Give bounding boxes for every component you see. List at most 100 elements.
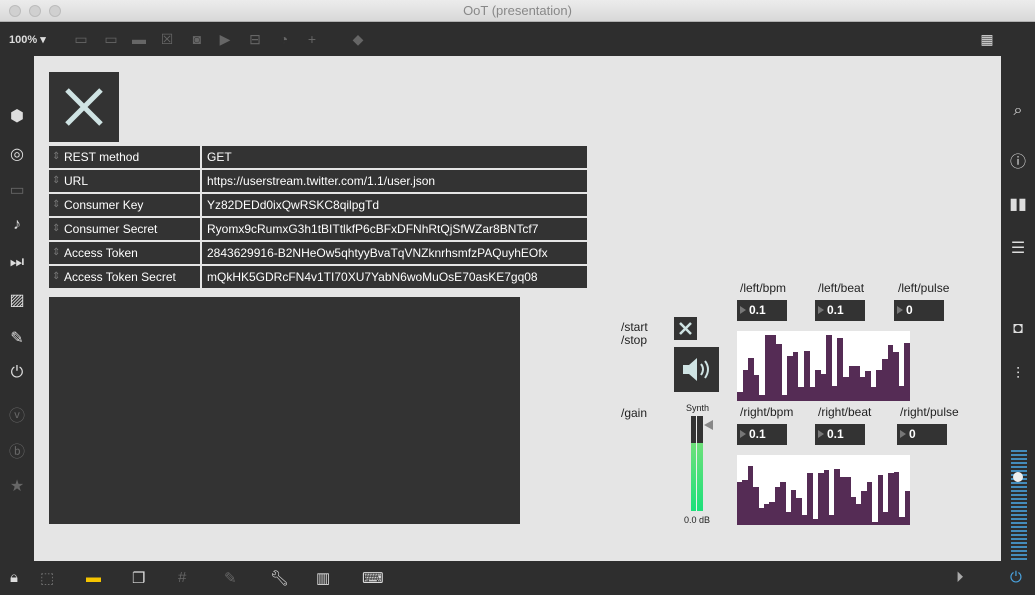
camera-icon[interactable]: ◘	[1001, 320, 1035, 338]
left-multislider[interactable]	[737, 331, 910, 401]
message-icon[interactable]: ▭	[102, 30, 120, 48]
paperclip-icon[interactable]: ✎	[0, 328, 34, 348]
gain-handle-icon[interactable]	[704, 420, 713, 430]
slider-icon[interactable]: ⊟	[246, 30, 264, 48]
multislider-bar	[904, 491, 910, 525]
close-x-icon	[65, 88, 103, 126]
search-icon[interactable]: ⌕	[1001, 102, 1035, 120]
package-icon[interactable]: ⬢	[0, 106, 34, 126]
patcher-canvas: REST methodGET URLhttps://userstream.twi…	[34, 56, 1001, 561]
debug-icon[interactable]: ✎	[224, 569, 237, 587]
wrench-icon[interactable]: 🔧︎	[270, 569, 289, 587]
power-icon[interactable]: ⏻	[1010, 569, 1022, 586]
presentation-mode-icon[interactable]: ▬	[86, 569, 101, 586]
param-row-rest-method[interactable]: REST methodGET	[49, 146, 587, 168]
list-icon[interactable]: ☰	[1001, 238, 1035, 258]
number-icon[interactable]: ▶	[216, 30, 234, 48]
button-icon[interactable]: ◙	[188, 30, 206, 48]
master-volume-meter[interactable]	[1011, 450, 1027, 560]
gain-level-fill	[691, 442, 703, 511]
param-key: Consumer Secret	[49, 218, 202, 240]
multislider-bar	[866, 481, 873, 525]
synth-label: Synth	[686, 403, 710, 413]
multislider-bar	[904, 342, 910, 401]
zoom-level-dropdown[interactable]: 100% ▾	[9, 33, 46, 46]
gain-label: /gain	[621, 406, 648, 420]
close-window-button[interactable]	[9, 5, 21, 17]
param-row-url[interactable]: URLhttps://userstream.twitter.com/1.1/us…	[49, 170, 587, 192]
param-value[interactable]: https://userstream.twitter.com/1.1/user.…	[207, 170, 435, 192]
target-icon[interactable]: ◎	[0, 144, 34, 164]
lock-icon[interactable]: 🔒︎	[10, 569, 18, 586]
toggle-icon[interactable]: ☒	[158, 30, 176, 48]
grid-snap-icon[interactable]: #	[178, 569, 186, 586]
left-pulse-number[interactable]: 0	[894, 300, 944, 321]
left-beat-label: /left/beat	[818, 281, 865, 295]
bpatcher-icon[interactable]: ▭	[0, 180, 34, 200]
multislider-bar	[776, 344, 782, 401]
right-sidebar: ⌕ ⓘ ▮▮ ☰ ◘ ⫶	[1001, 56, 1035, 561]
comment-icon[interactable]: ▬	[130, 30, 148, 48]
master-volume-handle[interactable]	[1013, 472, 1023, 482]
dial-icon[interactable]: ◔	[275, 30, 293, 48]
media-icon[interactable]: ⏭	[0, 254, 34, 272]
right-bpm-number[interactable]: 0.1	[737, 424, 787, 445]
presentation-select-icon[interactable]: ⬚	[40, 569, 54, 587]
reference-book-icon[interactable]: ▮▮	[1001, 194, 1035, 214]
left-beat-number[interactable]: 0.1	[815, 300, 865, 321]
toolbar: 100% ▾ ▭ ▭ ▬ ☒ ◙ ▶ ⊟ ◔ + ◆ ▦	[0, 23, 1035, 56]
gain-divider	[696, 416, 697, 511]
plug-icon[interactable]: ⏻	[0, 364, 34, 382]
speaker-icon	[683, 358, 709, 381]
start-label: /start	[621, 320, 648, 334]
param-row-access-token-secret[interactable]: Access Token SecretmQkHK5GDRcFN4v1TI70XU…	[49, 266, 587, 288]
left-sidebar: ⬢ ◎ ▭ ♪ ⏭ ▨ ✎ ⏻ ⓥ ⓑ ★	[0, 56, 34, 561]
output-display	[49, 297, 520, 524]
minimize-window-button[interactable]	[29, 5, 41, 17]
vst-icon[interactable]: ⓥ	[0, 402, 34, 426]
param-key: Consumer Key	[49, 194, 202, 216]
param-value[interactable]: 2843629916-B2NHeOw5qhtyyBvaTqVNZknrhsmfz…	[207, 242, 548, 264]
param-key: Access Token	[49, 242, 202, 264]
right-pulse-number[interactable]: 0	[897, 424, 947, 445]
clear-toggle[interactable]	[49, 72, 119, 142]
param-row-access-token[interactable]: Access Token2843629916-B2NHeOw5qhtyyBvaT…	[49, 242, 587, 264]
x-icon	[679, 322, 692, 335]
mixer-icon[interactable]: ⫶	[1001, 366, 1035, 384]
param-key: URL	[49, 170, 202, 192]
object-icon[interactable]: ▭	[72, 30, 90, 48]
audio-on-off-button[interactable]	[674, 347, 719, 392]
zoom-level: 100%	[9, 34, 38, 46]
image-icon[interactable]: ▨	[0, 290, 34, 310]
music-note-icon[interactable]: ♪	[0, 216, 34, 234]
param-value[interactable]: Yz82DEDd0ixQwRSKC8qilpgTd	[207, 194, 379, 216]
add-icon[interactable]: +	[303, 30, 321, 48]
left-bpm-label: /left/bpm	[740, 281, 787, 295]
gain-slider[interactable]	[691, 416, 703, 511]
paint-bucket-icon[interactable]: ◆	[349, 30, 367, 48]
star-icon[interactable]: ★	[0, 476, 34, 496]
beap-icon[interactable]: ⓑ	[0, 438, 34, 462]
bottom-toolbar: 🔒︎ ⬚ ▬ ❐ # ✎ 🔧︎ ▥ ⌨ ⏵ ⏻	[0, 561, 1035, 595]
right-bpm-label: /right/bpm	[740, 405, 794, 419]
zoom-window-button[interactable]	[49, 5, 61, 17]
keyboard-icon[interactable]: ⌨	[362, 569, 384, 587]
windows-icon[interactable]: ❐	[132, 569, 145, 587]
param-row-consumer-secret[interactable]: Consumer SecretRyomx9cRumxG3h1tBITtlkfP6…	[49, 218, 587, 240]
multislider-bar	[807, 473, 813, 525]
window-title: OoT (presentation)	[463, 3, 572, 18]
grid-icon[interactable]: ▦	[978, 30, 996, 48]
right-beat-number[interactable]: 0.1	[815, 424, 865, 445]
param-row-consumer-key[interactable]: Consumer KeyYz82DEDd0ixQwRSKC8qilpgTd	[49, 194, 587, 216]
piano-icon[interactable]: ▥	[316, 569, 330, 587]
param-value[interactable]: GET	[207, 146, 232, 168]
param-key: Access Token Secret	[49, 266, 202, 288]
left-bpm-number[interactable]: 0.1	[737, 300, 787, 321]
right-multislider[interactable]	[737, 455, 910, 525]
play-icon[interactable]: ⏵	[956, 569, 964, 586]
param-value[interactable]: Ryomx9cRumxG3h1tBITtlkfP6cBFxDFNhRtQjSfW…	[207, 218, 538, 240]
start-stop-toggle[interactable]	[674, 317, 697, 340]
right-beat-label: /right/beat	[818, 405, 872, 419]
param-value[interactable]: mQkHK5GDRcFN4v1TI70XU7YabN6woMuOsE70asKE…	[207, 266, 538, 288]
info-icon[interactable]: ⓘ	[1001, 148, 1035, 172]
